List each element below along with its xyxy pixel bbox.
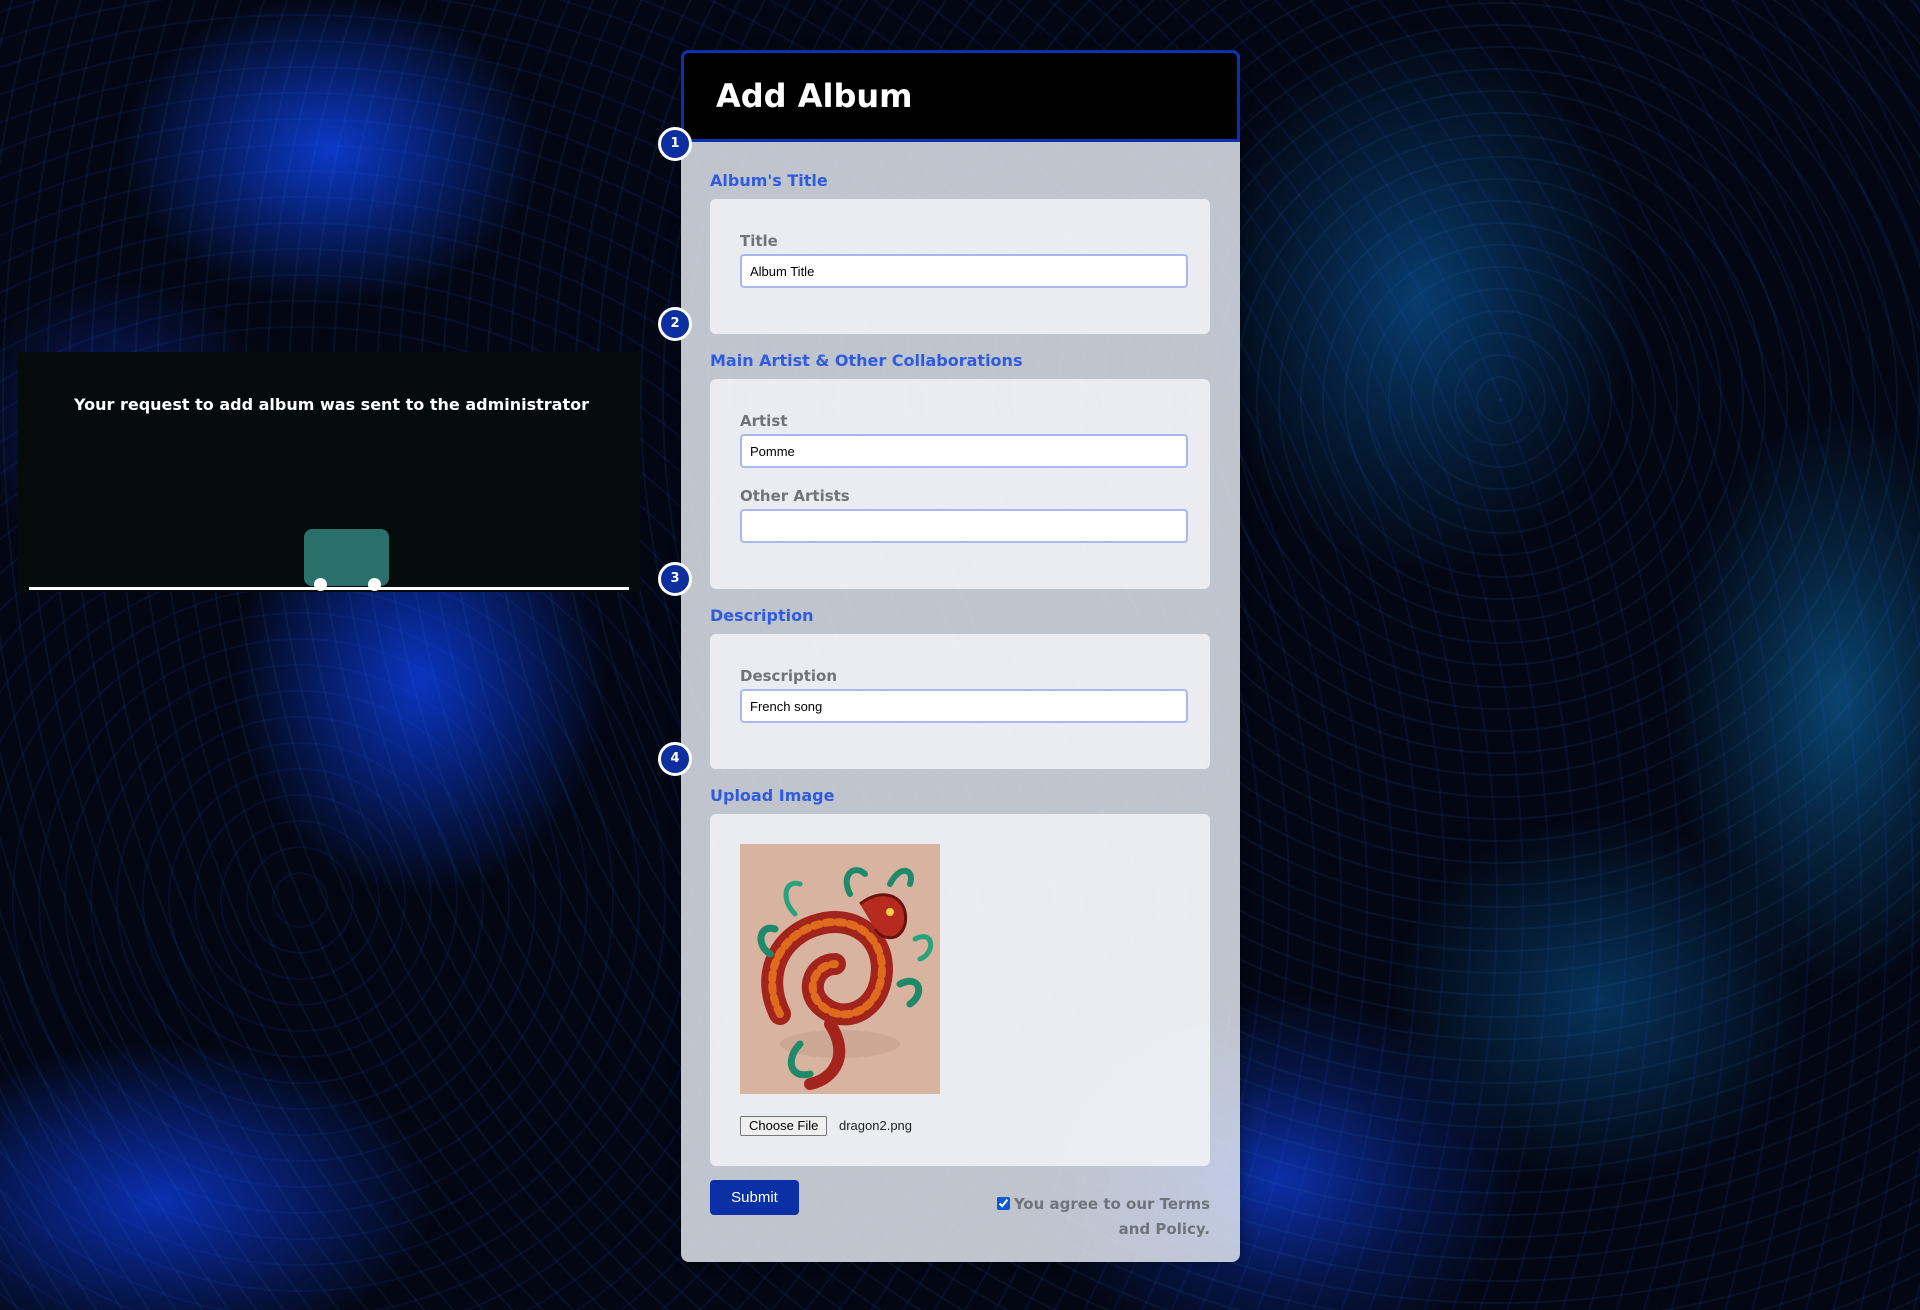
step-badge-3: 3 — [658, 562, 692, 596]
add-album-form: Add Album 1 Album's Title Title 2 Main A… — [658, 50, 1240, 1262]
section-title-album-title: Album's Title — [710, 171, 828, 190]
choose-file-button[interactable]: Choose File — [740, 1116, 828, 1136]
section-upload-image: Choose File dragon2.png — [710, 814, 1210, 1166]
step-badge-2: 2 — [658, 307, 692, 341]
section-album-title: Title — [710, 199, 1210, 334]
terms-checkbox[interactable] — [996, 1197, 1010, 1210]
terms-label: You agree to our Terms and Policy. — [1013, 1195, 1210, 1238]
description-label: Description — [740, 667, 838, 685]
description-input[interactable] — [740, 689, 1188, 723]
other-artists-input[interactable] — [740, 509, 1188, 543]
section-title-upload: Upload Image — [710, 786, 835, 805]
terms-agreement[interactable]: You agree to our Terms and Policy. — [970, 1192, 1210, 1242]
submit-button[interactable]: Submit — [710, 1180, 799, 1215]
dragon-image-preview — [740, 844, 940, 1094]
notification-popup: Your request to add album was sent to th… — [18, 352, 640, 592]
notification-message: Your request to add album was sent to th… — [74, 395, 589, 414]
truck-animation-icon — [304, 529, 389, 591]
step-badge-4: 4 — [658, 742, 692, 776]
other-artists-label: Other Artists — [740, 487, 850, 505]
step-badge-1: 1 — [658, 127, 692, 161]
section-description: Description — [710, 634, 1210, 769]
selected-file-name: dragon2.png — [839, 1118, 913, 1133]
artist-input[interactable] — [740, 434, 1188, 468]
page-title: Add Album — [716, 77, 913, 115]
dragon-illustration — [740, 844, 940, 1094]
artist-label: Artist — [740, 412, 788, 430]
section-artists: Artist Other Artists — [710, 379, 1210, 589]
title-label: Title — [740, 232, 778, 250]
section-title-description: Description — [710, 606, 814, 625]
progress-line — [29, 587, 629, 590]
form-header: Add Album — [681, 50, 1240, 142]
title-input[interactable] — [740, 254, 1188, 288]
section-title-artists: Main Artist & Other Collaborations — [710, 351, 1023, 370]
